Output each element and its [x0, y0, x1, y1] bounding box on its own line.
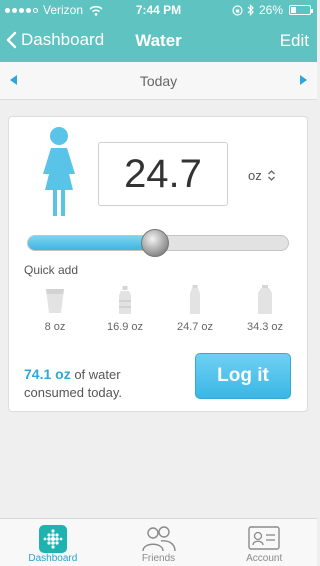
amount-slider-fill [28, 236, 156, 250]
battery-percent: 26% [258, 3, 283, 17]
battery-icon [289, 5, 313, 15]
small-bottle-icon [119, 286, 131, 314]
amount-slider-knob[interactable] [141, 229, 170, 257]
tab-dashboard[interactable]: Dashboard [0, 519, 106, 566]
orientation-lock-icon [232, 4, 243, 16]
next-day-arrow-icon[interactable] [299, 75, 307, 85]
unit-label: oz [248, 168, 262, 183]
chevron-left-icon [6, 31, 17, 49]
bluetooth-icon [247, 4, 254, 16]
date-label: Today [139, 73, 178, 89]
nav-bar: Dashboard Water Edit [0, 20, 317, 62]
status-bar: Verizon 7:44 PM 26% [0, 0, 317, 20]
person-icon [43, 127, 75, 216]
edit-button[interactable]: Edit [280, 31, 309, 51]
tab-account-label: Account [246, 553, 283, 564]
quick-add-label-16-9oz: 16.9 oz [106, 321, 144, 333]
back-button[interactable]: Dashboard [6, 30, 104, 50]
battery-level [291, 7, 296, 13]
header: Verizon 7:44 PM 26% Dashboard Water Edit [0, 0, 317, 62]
glass-icon [46, 289, 64, 313]
tab-friends[interactable]: Friends [106, 519, 212, 566]
daily-total-value: 74.1 oz [24, 366, 71, 382]
dashboard-icon [38, 525, 67, 553]
back-label: Dashboard [21, 30, 105, 49]
quick-add-label-8oz: 8 oz [44, 321, 66, 333]
daily-total-text-line2: consumed today. [24, 385, 123, 400]
quick-add-label-24-7oz: 24.7 oz [176, 321, 214, 333]
quick-add-options: 8 oz 16.9 oz 24.7 oz 34.3 oz [24, 285, 296, 333]
tab-dashboard-label: Dashboard [28, 553, 78, 564]
quick-add-8oz[interactable]: 8 oz [24, 285, 86, 333]
daily-total: 74.1 oz of water consumed today. [24, 365, 122, 402]
account-icon [248, 526, 280, 550]
up-down-chevron-icon [267, 170, 275, 181]
quick-add-label: Quick add [24, 263, 79, 277]
date-selector: Today [0, 62, 317, 100]
quick-add-24-7oz[interactable]: 24.7 oz [164, 285, 226, 333]
tall-bottle-icon [190, 285, 200, 314]
status-right: 26% [232, 3, 313, 17]
large-bottle-icon [258, 285, 272, 314]
daily-total-text-line1: of water [74, 367, 121, 382]
tab-bar: Dashboard Friends Account [0, 518, 317, 566]
water-entry-card: 24.7 oz Quick add 8 oz 16.9 oz 24.7 oz 3… [8, 116, 308, 412]
quick-add-label-34-3oz: 34.3 oz [246, 321, 284, 333]
tab-account[interactable]: Account [211, 519, 317, 566]
quick-add-16-9oz[interactable]: 16.9 oz [94, 285, 156, 333]
log-it-button[interactable]: Log it [195, 353, 291, 399]
friends-icon [141, 526, 176, 552]
amount-input[interactable]: 24.7 [98, 142, 228, 206]
tab-friends-label: Friends [141, 553, 176, 564]
quick-add-34-3oz[interactable]: 34.3 oz [234, 285, 296, 333]
unit-selector[interactable]: oz [248, 168, 275, 183]
